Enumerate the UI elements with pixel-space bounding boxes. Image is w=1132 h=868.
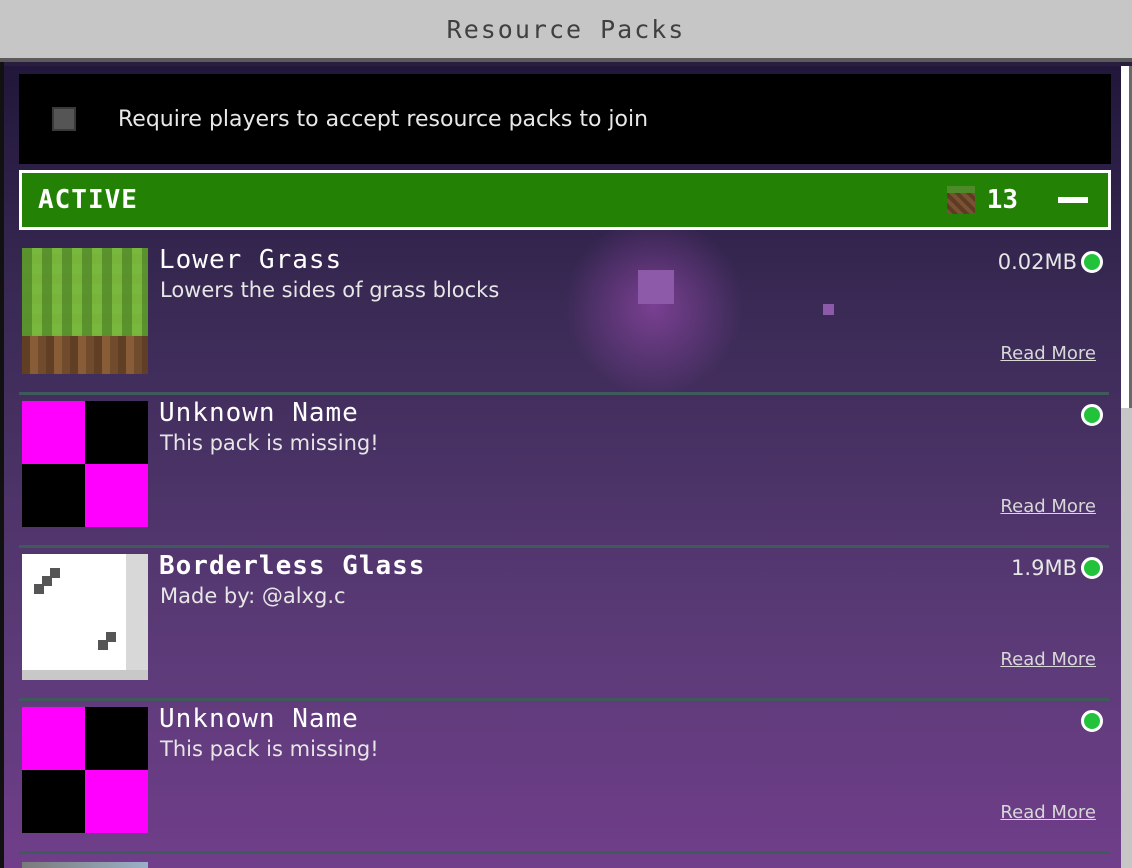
active-status-icon	[1081, 710, 1103, 732]
grass-block-icon	[946, 186, 975, 214]
pack-row[interactable]: Unknown Name This pack is missing! Read …	[19, 701, 1109, 854]
missing-texture-icon	[22, 401, 148, 527]
pack-thumbnail	[22, 554, 148, 680]
title-bar: Resource Packs	[0, 0, 1132, 62]
active-pack-count: 13	[986, 185, 1018, 215]
pack-description: Made by: @alxg.c	[160, 584, 346, 608]
pack-name: Borderless Glass	[159, 551, 426, 581]
require-accept-checkbox[interactable]	[52, 107, 76, 131]
pack-description: Lowers the sides of grass blocks	[160, 278, 500, 302]
read-more-link[interactable]: Read More	[1000, 649, 1096, 670]
require-accept-label: Require players to accept resource packs…	[118, 106, 649, 132]
active-status-icon	[1081, 251, 1103, 273]
read-more-link[interactable]: Read More	[1000, 343, 1096, 364]
active-pack-list: Lower Grass Lowers the sides of grass bl…	[19, 242, 1109, 854]
pack-thumbnail-partial	[22, 862, 148, 868]
active-section-label: ACTIVE	[38, 185, 138, 215]
require-accept-row[interactable]: Require players to accept resource packs…	[19, 74, 1111, 164]
pack-description: This pack is missing!	[160, 737, 379, 761]
pack-name: Unknown Name	[159, 398, 359, 428]
pack-row[interactable]: Borderless Glass Made by: @alxg.c 1.9MB …	[19, 548, 1109, 701]
pack-name: Lower Grass	[159, 245, 343, 275]
pack-row[interactable]: Lower Grass Lowers the sides of grass bl…	[19, 242, 1109, 395]
active-status-icon	[1081, 557, 1103, 579]
read-more-link[interactable]: Read More	[1000, 802, 1096, 823]
active-status-icon	[1081, 404, 1103, 426]
pack-size: 1.9MB	[1011, 556, 1077, 580]
scrollbar-thumb[interactable]	[1121, 66, 1132, 408]
read-more-link[interactable]: Read More	[1000, 496, 1096, 517]
pack-description: This pack is missing!	[160, 431, 379, 455]
pack-name: Unknown Name	[159, 704, 359, 734]
minus-icon[interactable]	[1058, 197, 1088, 203]
resource-pack-list-panel[interactable]: Require players to accept resource packs…	[4, 66, 1121, 868]
missing-texture-icon	[22, 707, 148, 833]
pack-row[interactable]: Unknown Name This pack is missing! Read …	[19, 395, 1109, 548]
page-title: Resource Packs	[446, 14, 686, 44]
pack-size: 0.02MB	[997, 250, 1077, 274]
pack-thumbnail	[22, 248, 148, 374]
active-section-header[interactable]: ACTIVE 13	[19, 170, 1111, 230]
